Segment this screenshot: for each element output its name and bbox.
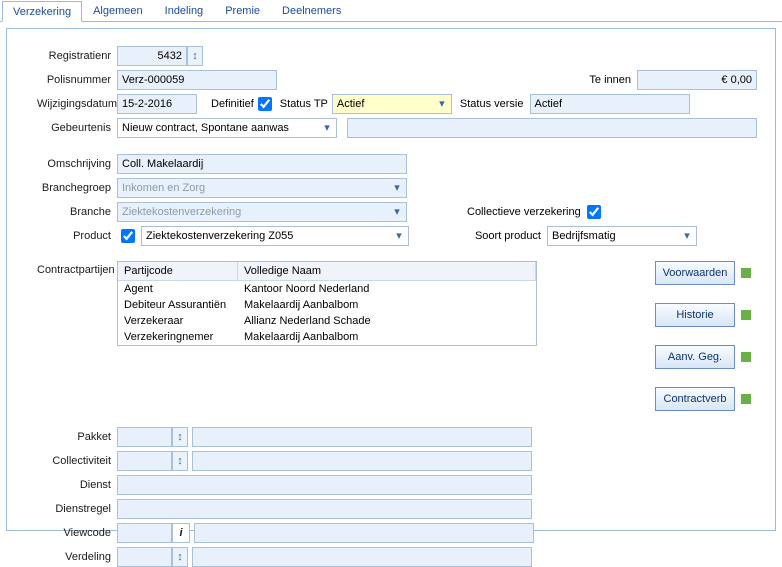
- status-versie-value: Actief: [530, 94, 690, 114]
- contractpartijen-grid[interactable]: Partijcode Volledige Naam Agent Kantoor …: [117, 261, 537, 346]
- product-select[interactable]: Ziektekostenverzekering Z055 ▾: [141, 226, 409, 246]
- branche-value: Ziektekostenverzekering: [122, 206, 241, 218]
- label-te-innen: Te innen: [589, 74, 637, 86]
- viewcode-field[interactable]: [117, 523, 172, 543]
- label-omschrijving: Omschrijving: [37, 158, 117, 170]
- updown-icon: ↕: [192, 50, 198, 62]
- label-wijzigingsdatum: Wijzigingsdatum: [37, 98, 117, 110]
- collectiviteit-stepper[interactable]: ↕: [172, 451, 188, 471]
- grid-header-volledigenaam[interactable]: Volledige Naam: [238, 262, 536, 280]
- tab-indeling[interactable]: Indeling: [154, 0, 215, 21]
- label-registratienr: Registratienr: [37, 50, 117, 62]
- registratienr-field: [117, 46, 187, 66]
- tab-premie[interactable]: Premie: [214, 0, 271, 21]
- omschrijving-field[interactable]: [117, 154, 407, 174]
- label-gebeurtenis: Gebeurtenis: [37, 122, 117, 134]
- contractverb-indicator: [741, 394, 751, 404]
- pakket-stepper[interactable]: ↕: [172, 427, 188, 447]
- collectiviteit-code-field[interactable]: [117, 451, 172, 471]
- chevron-down-icon: ▾: [321, 122, 333, 134]
- table-row[interactable]: Verzekeringnemer Makelaardij Aanbalbom: [118, 329, 536, 345]
- voorwaarden-indicator: [741, 268, 751, 278]
- gebeurtenis-value: Nieuw contract, Spontane aanwas: [122, 122, 289, 134]
- registratienr-stepper[interactable]: ↕: [187, 46, 203, 66]
- collectieve-checkbox[interactable]: [587, 205, 601, 219]
- soort-product-value: Bedrijfsmatig: [552, 230, 616, 242]
- verdeling-desc-field: [192, 547, 532, 567]
- aanvgeg-indicator: [741, 352, 751, 362]
- table-row[interactable]: Agent Kantoor Noord Nederland: [118, 281, 536, 297]
- pakket-code-field[interactable]: [117, 427, 172, 447]
- historie-indicator: [741, 310, 751, 320]
- table-row[interactable]: Verzekeraar Allianz Nederland Schade: [118, 313, 536, 329]
- tab-verzekering[interactable]: Verzekering: [2, 1, 82, 22]
- label-definitief: Definitief: [211, 98, 254, 110]
- soort-product-select[interactable]: Bedrijfsmatig ▾: [547, 226, 697, 246]
- collectiviteit-desc-field: [192, 451, 532, 471]
- grid-header-partijcode[interactable]: Partijcode: [118, 262, 238, 280]
- label-contractpartijen: Contractpartijen: [37, 261, 117, 276]
- chevron-down-icon: ▾: [391, 182, 403, 194]
- chevron-down-icon: ▾: [393, 230, 405, 242]
- label-pakket: Pakket: [37, 431, 117, 443]
- gebeurtenis-select[interactable]: Nieuw contract, Spontane aanwas ▾: [117, 118, 337, 138]
- label-verdeling: Verdeling: [37, 551, 117, 563]
- table-row[interactable]: Debiteur Assurantiën Makelaardij Aanbalb…: [118, 297, 536, 313]
- pakket-desc-field: [192, 427, 532, 447]
- wijzigingsdatum-field[interactable]: [117, 94, 197, 114]
- label-soort-product: Soort product: [469, 230, 547, 242]
- updown-icon: ↕: [177, 455, 183, 467]
- polisnummer-field[interactable]: [117, 70, 277, 90]
- verdeling-code-field[interactable]: [117, 547, 172, 567]
- viewcode-info-button[interactable]: i: [172, 523, 190, 543]
- branchegroep-select: Inkomen en Zorg ▾: [117, 178, 407, 198]
- tab-algemeen[interactable]: Algemeen: [82, 0, 154, 21]
- verdeling-stepper[interactable]: ↕: [172, 547, 188, 567]
- label-product: Product: [37, 230, 117, 242]
- label-collectieve: Collectieve verzekering: [467, 206, 581, 218]
- label-polisnummer: Polisnummer: [37, 74, 117, 86]
- chevron-down-icon: ▾: [681, 230, 693, 242]
- label-status-tp: Status TP: [280, 98, 328, 110]
- aanvgeg-button[interactable]: Aanv. Geg.: [655, 345, 735, 369]
- te-innen-value: € 0,00: [637, 70, 757, 90]
- historie-button[interactable]: Historie: [655, 303, 735, 327]
- label-dienstregel: Dienstregel: [37, 503, 117, 515]
- grid-body: Agent Kantoor Noord Nederland Debiteur A…: [118, 281, 536, 345]
- branche-select: Ziektekostenverzekering ▾: [117, 202, 407, 222]
- grid-header: Partijcode Volledige Naam: [118, 262, 536, 281]
- dienstregel-field: [117, 499, 532, 519]
- label-dienst: Dienst: [37, 479, 117, 491]
- label-status-versie: Status versie: [460, 98, 524, 110]
- branchegroep-value: Inkomen en Zorg: [122, 182, 205, 194]
- status-tp-select[interactable]: Actief ▾: [332, 94, 452, 114]
- product-value: Ziektekostenverzekering Z055: [146, 230, 293, 242]
- viewcode-desc-field: [194, 523, 534, 543]
- dienst-field: [117, 475, 532, 495]
- label-branchegroep: Branchegroep: [37, 182, 117, 194]
- label-branche: Branche: [37, 206, 117, 218]
- product-checkbox[interactable]: [121, 229, 135, 243]
- updown-icon: ↕: [177, 551, 183, 563]
- tab-bar: Verzekering Algemeen Indeling Premie Dee…: [0, 0, 782, 22]
- status-tp-value: Actief: [337, 98, 365, 110]
- main-panel: Registratienr ↕ Polisnummer Te innen € 0…: [6, 28, 776, 531]
- definitief-checkbox[interactable]: [258, 97, 272, 111]
- gebeurtenis-desc-field[interactable]: [347, 118, 757, 138]
- chevron-down-icon: ▾: [391, 206, 403, 218]
- updown-icon: ↕: [177, 431, 183, 443]
- voorwaarden-button[interactable]: Voorwaarden: [655, 261, 735, 285]
- contractverb-button[interactable]: Contractverb: [655, 387, 735, 411]
- tab-deelnemers[interactable]: Deelnemers: [271, 0, 352, 21]
- chevron-down-icon: ▾: [436, 98, 448, 110]
- label-collectiviteit: Collectiviteit: [37, 455, 117, 467]
